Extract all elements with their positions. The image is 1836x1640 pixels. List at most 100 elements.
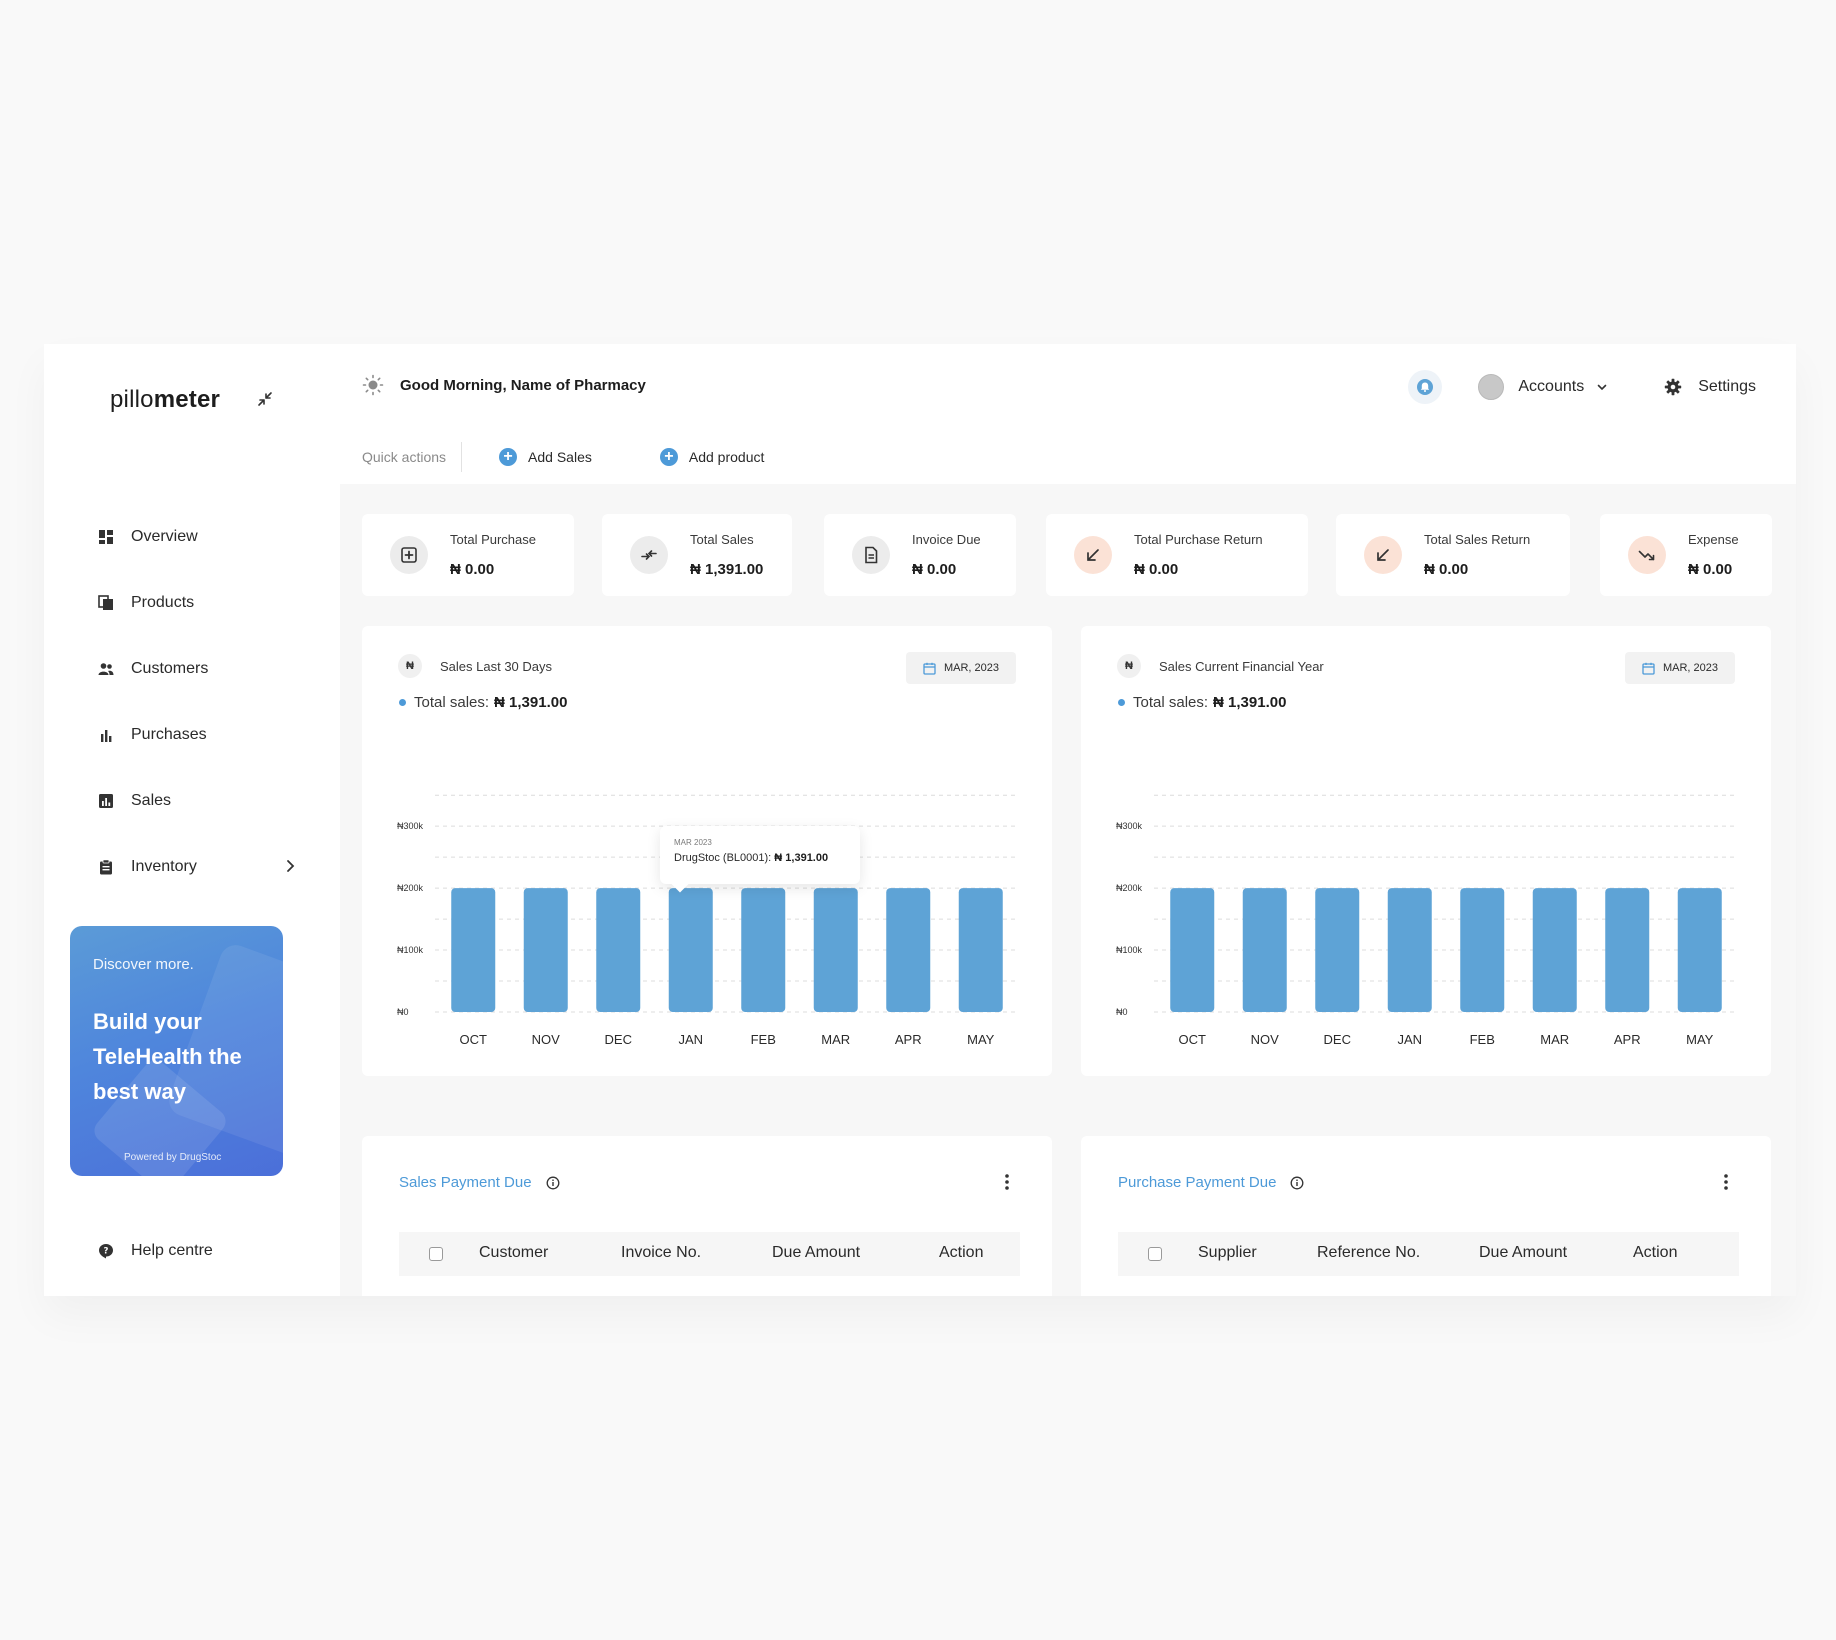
column-header[interactable]: Due Amount <box>1479 1244 1567 1262</box>
sidebar-nav: Overview Products Customers Purchases Sa… <box>98 504 298 900</box>
more-vertical-icon[interactable] <box>998 1172 1016 1192</box>
settings-button[interactable]: Settings <box>1664 378 1756 396</box>
y-tick-label: ₦100k <box>1116 945 1143 955</box>
stat-label: Invoice Due <box>912 532 981 547</box>
column-header[interactable]: Supplier <box>1198 1244 1257 1262</box>
bar-mar[interactable] <box>813 888 858 1012</box>
accounts-dropdown[interactable]: Accounts <box>1478 374 1608 400</box>
stat-card-invoice-due[interactable]: Invoice Due ₦ 0.00 <box>824 514 1016 596</box>
sales-payment-due-card: Sales Payment Due Customer Invoice No. D… <box>362 1136 1052 1296</box>
bar-jan[interactable] <box>1387 888 1432 1012</box>
bar-apr[interactable] <box>1605 888 1650 1012</box>
chevron-down-icon <box>1597 384 1607 391</box>
bar-apr[interactable] <box>886 888 931 1012</box>
accounts-label: Accounts <box>1518 378 1585 395</box>
bar-jan[interactable] <box>668 888 713 1012</box>
x-tick-label: NOV <box>1251 1032 1280 1047</box>
x-tick-label: JAN <box>678 1032 703 1047</box>
sidebar-item-purchases[interactable]: Purchases <box>98 702 298 768</box>
x-tick-label: MAR <box>821 1032 850 1047</box>
dashboard-icon <box>99 530 113 544</box>
column-header[interactable]: Due Amount <box>772 1244 860 1262</box>
gear-icon <box>1664 378 1682 396</box>
chart-tooltip: MAR 2023 DrugStoc (BL0001): ₦ 1,391.00 <box>660 826 860 893</box>
stat-value: ₦ 0.00 <box>1134 561 1179 578</box>
x-tick-label: MAR <box>1540 1032 1569 1047</box>
promo-headline: Build your TeleHealth the best way <box>93 1009 242 1104</box>
sidebar-item-overview[interactable]: Overview <box>98 504 298 570</box>
bar-dec[interactable] <box>1315 888 1360 1012</box>
sidebar-item-sales[interactable]: Sales <box>98 768 298 834</box>
stat-value: ₦ 0.00 <box>1424 561 1469 578</box>
column-header[interactable]: Customer <box>479 1244 548 1262</box>
column-header[interactable]: Action <box>939 1244 983 1262</box>
bar-feb[interactable] <box>741 888 786 1012</box>
y-tick-label: ₦0 <box>397 1007 409 1017</box>
tooltip-content: DrugStoc (BL0001): ₦ 1,391.00 <box>674 852 828 864</box>
help-centre-label: Help centre <box>131 1242 213 1259</box>
stat-card-total-purchase-return[interactable]: Total Purchase Return ₦ 0.00 <box>1046 514 1308 596</box>
x-tick-label: FEB <box>1470 1032 1495 1047</box>
stat-card-total-sales-return[interactable]: Total Sales Return ₦ 0.00 <box>1336 514 1570 596</box>
card-title: Purchase Payment Due <box>1118 1174 1304 1191</box>
more-vertical-icon[interactable] <box>1717 1172 1735 1192</box>
y-tick-label: ₦300k <box>397 821 424 831</box>
bar-may[interactable] <box>1677 888 1722 1012</box>
x-tick-label: FEB <box>751 1032 776 1047</box>
bar-oct[interactable] <box>451 888 496 1012</box>
help-centre-link[interactable]: ? Help centre <box>98 1242 213 1260</box>
sidebar-item-products[interactable]: Products <box>98 570 298 636</box>
stat-card-total-sales[interactable]: Total Sales ₦ 1,391.00 <box>602 514 792 596</box>
select-all-checkbox[interactable] <box>429 1247 443 1261</box>
stat-value: ₦ 0.00 <box>912 561 957 578</box>
column-header[interactable]: Action <box>1633 1244 1677 1262</box>
bar-oct[interactable] <box>1170 888 1215 1012</box>
stat-card-total-purchase[interactable]: Total Purchase ₦ 0.00 <box>362 514 574 596</box>
x-tick-label: OCT <box>1179 1032 1207 1047</box>
stat-value: ₦ 0.00 <box>1688 561 1733 578</box>
top-bar: Good Morning, Name of Pharmacy Accounts <box>340 344 1796 484</box>
top-right-actions: Accounts Settings <box>1408 370 1756 404</box>
stat-label: Total Purchase <box>450 532 536 547</box>
avatar <box>1478 374 1505 400</box>
y-tick-label: ₦100k <box>397 945 424 955</box>
info-icon[interactable] <box>1290 1176 1304 1190</box>
chevron-right-icon[interactable] <box>282 858 298 874</box>
select-all-checkbox[interactable] <box>1148 1247 1162 1261</box>
exchange-arrows-icon <box>630 536 668 574</box>
bar-chart-icon <box>101 730 112 742</box>
sidebar-item-inventory[interactable]: Inventory <box>98 834 298 900</box>
greeting: Good Morning, Name of Pharmacy <box>362 374 646 396</box>
promo-banner[interactable]: Discover more. Build your TeleHealth the… <box>70 926 283 1176</box>
main-content: Total Purchase ₦ 0.00 Total Sales ₦ 1,39… <box>340 484 1796 1296</box>
sidebar-item-customers[interactable]: Customers <box>98 636 298 702</box>
bar-feb[interactable] <box>1460 888 1505 1012</box>
bar-may[interactable] <box>958 888 1003 1012</box>
bar-mar[interactable] <box>1532 888 1577 1012</box>
bar-nov[interactable] <box>1242 888 1287 1012</box>
bar-chart: ₦0 ₦100k ₦200k ₦300k OCT NOV DEC JAN FEB MAR APR MA… <box>1116 794 1736 1047</box>
x-tick-label: DEC <box>1324 1032 1351 1047</box>
purchase-icon <box>390 536 428 574</box>
add-sales-button[interactable]: + Add Sales <box>499 448 592 466</box>
add-product-button[interactable]: + Add product <box>659 448 764 466</box>
x-tick-label: MAY <box>967 1032 995 1047</box>
stat-value: ₦ 0.00 <box>450 561 495 578</box>
table-header: Supplier Reference No. Due Amount Action <box>1118 1232 1739 1276</box>
stat-label: Total Purchase Return <box>1134 532 1263 547</box>
sidebar-item-label: Products <box>131 594 195 611</box>
collapse-icon[interactable] <box>256 390 274 408</box>
sidebar: pillometer Overview Products Customers P… <box>44 344 340 1296</box>
app-logo[interactable]: pillometer <box>110 386 220 414</box>
sidebar-item-label: Overview <box>131 528 198 545</box>
info-icon[interactable] <box>546 1176 560 1190</box>
column-header[interactable]: Reference No. <box>1317 1244 1420 1262</box>
sidebar-item-label: Customers <box>131 660 209 677</box>
bar-nov[interactable] <box>523 888 568 1012</box>
quick-actions-bar: Quick actions + Add Sales + Add product <box>362 442 832 472</box>
notifications-button[interactable] <box>1408 370 1443 404</box>
stat-card-expense[interactable]: Expense ₦ 0.00 <box>1600 514 1772 596</box>
bar-dec[interactable] <box>596 888 641 1012</box>
x-tick-label: APR <box>1614 1032 1641 1047</box>
column-header[interactable]: Invoice No. <box>621 1244 701 1262</box>
